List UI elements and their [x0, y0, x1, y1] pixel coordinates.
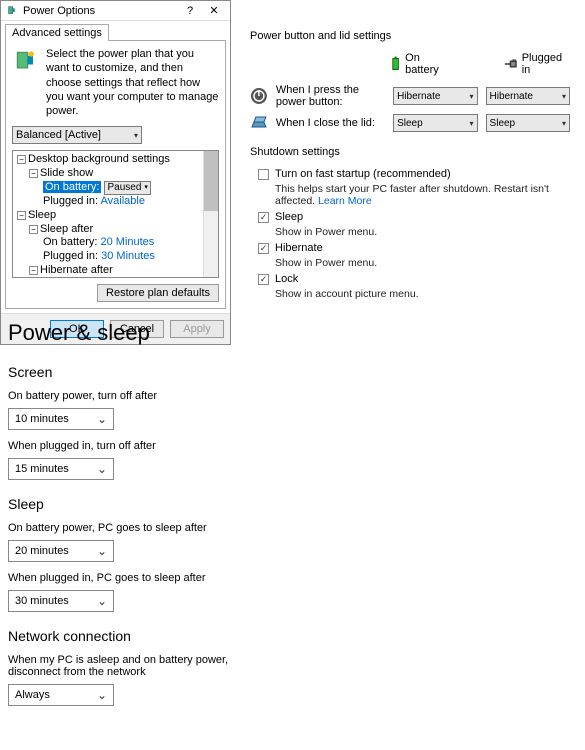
on-battery-value-select[interactable]: Paused [104, 181, 150, 195]
tab-advanced[interactable]: Advanced settings [5, 24, 109, 41]
close-lid-plugged-select[interactable]: Sleep [486, 114, 570, 132]
lid-icon [250, 114, 268, 132]
sleep-after-plugged-value[interactable]: 30 Minutes [101, 250, 155, 262]
tree-label-plugged: Plugged in: [43, 195, 98, 207]
scroll-thumb[interactable] [204, 151, 218, 211]
power-plan-icon [12, 47, 40, 75]
tab-row: Advanced settings [1, 21, 230, 40]
lock-option-desc: Show in account picture menu. [275, 288, 570, 300]
screen-battery-label: On battery power, turn off after [8, 390, 328, 402]
section-sleep: Sleep [8, 496, 328, 512]
close-lid-label: When I close the lid: [276, 117, 385, 129]
power-button-icon [250, 87, 268, 105]
tree-toggle[interactable]: − [29, 169, 38, 178]
tree-toggle[interactable]: − [29, 266, 38, 275]
hibernate-option-desc: Show in Power menu. [275, 257, 570, 269]
plugged-in-legend: Plugged in [522, 52, 570, 76]
settings-tree: −Desktop background settings −Slide show… [12, 150, 219, 278]
learn-more-link[interactable]: Learn More [318, 195, 372, 207]
sleep-plugged-select[interactable]: 30 minutes [8, 590, 114, 612]
tree-label: Plugged in: [43, 250, 98, 262]
tree-label: On battery: [43, 236, 97, 248]
section-network: Network connection [8, 628, 328, 644]
power-icon [5, 4, 19, 18]
fast-startup-desc: This helps start your PC faster after sh… [275, 183, 549, 207]
hibernate-option-label: Hibernate [275, 242, 323, 254]
screen-plugged-label: When plugged in, turn off after [8, 440, 328, 452]
tab-content: Select the power plan that you want to c… [5, 40, 226, 309]
tree-item-hibernate-after[interactable]: Hibernate after [40, 264, 113, 276]
restore-defaults-button[interactable]: Restore plan defaults [97, 284, 219, 302]
hibernate-after-battery-value[interactable]: 45 Minutes [100, 278, 154, 279]
tree-label: On battery: [43, 278, 97, 279]
tree-toggle[interactable]: − [17, 211, 26, 220]
settings-app-panel: Power & sleep Screen On battery power, t… [8, 320, 328, 706]
sleep-after-battery-value[interactable]: 20 Minutes [100, 236, 154, 248]
section-title-power-button: Power button and lid settings [250, 30, 570, 42]
press-power-plugged-select[interactable]: Hibernate [486, 87, 570, 105]
sleep-option-desc: Show in Power menu. [275, 226, 570, 238]
plug-icon [503, 58, 518, 70]
power-options-dialog: Power Options ? ✕ Advanced settings Sele… [0, 0, 231, 345]
press-power-label: When I press the power button: [276, 84, 385, 108]
tree-item-slideshow[interactable]: Slide show [40, 167, 93, 179]
lock-checkbox[interactable] [258, 274, 269, 285]
tree-toggle[interactable]: − [29, 225, 38, 234]
help-button[interactable]: ? [178, 2, 202, 20]
section-screen: Screen [8, 364, 328, 380]
page-title: Power & sleep [8, 320, 328, 346]
fast-startup-label: Turn on fast startup (recommended) [275, 168, 451, 180]
sleep-battery-label: On battery power, PC goes to sleep after [8, 522, 328, 534]
close-lid-battery-select[interactable]: Sleep [393, 114, 477, 132]
tree-toggle[interactable]: − [17, 155, 26, 164]
press-power-battery-select[interactable]: Hibernate [393, 87, 477, 105]
fast-startup-checkbox[interactable] [258, 169, 269, 180]
lock-option-label: Lock [275, 273, 298, 285]
sleep-battery-select[interactable]: 20 minutes [8, 540, 114, 562]
battery-icon [390, 56, 401, 72]
screen-battery-select[interactable]: 10 minutes [8, 408, 114, 430]
tree-item-on-battery-selected[interactable]: On battery: [43, 181, 101, 193]
on-battery-legend: On battery [405, 52, 453, 76]
plugged-in-value[interactable]: Available [101, 195, 145, 207]
sleep-checkbox[interactable] [258, 212, 269, 223]
section-title-shutdown: Shutdown settings [250, 146, 570, 158]
tree-item-desktop-bg[interactable]: Desktop background settings [28, 153, 170, 165]
scrollbar[interactable] [203, 151, 218, 277]
dialog-title: Power Options [23, 5, 178, 17]
network-disconnect-select[interactable]: Always [8, 684, 114, 706]
sleep-plugged-label: When plugged in, PC goes to sleep after [8, 572, 328, 584]
plan-select[interactable]: Balanced [Active] [12, 126, 142, 144]
system-settings-panel: Power button and lid settings On battery… [250, 30, 570, 304]
close-button[interactable]: ✕ [202, 2, 226, 20]
dialog-description: Select the power plan that you want to c… [46, 47, 219, 118]
screen-plugged-select[interactable]: 15 minutes [8, 458, 114, 480]
hibernate-checkbox[interactable] [258, 243, 269, 254]
tree-item-sleep-after[interactable]: Sleep after [40, 223, 93, 235]
sleep-option-label: Sleep [275, 211, 303, 223]
network-disconnect-label: When my PC is asleep and on battery powe… [8, 654, 268, 678]
tree-item-sleep[interactable]: Sleep [28, 209, 56, 221]
titlebar: Power Options ? ✕ [1, 1, 230, 21]
